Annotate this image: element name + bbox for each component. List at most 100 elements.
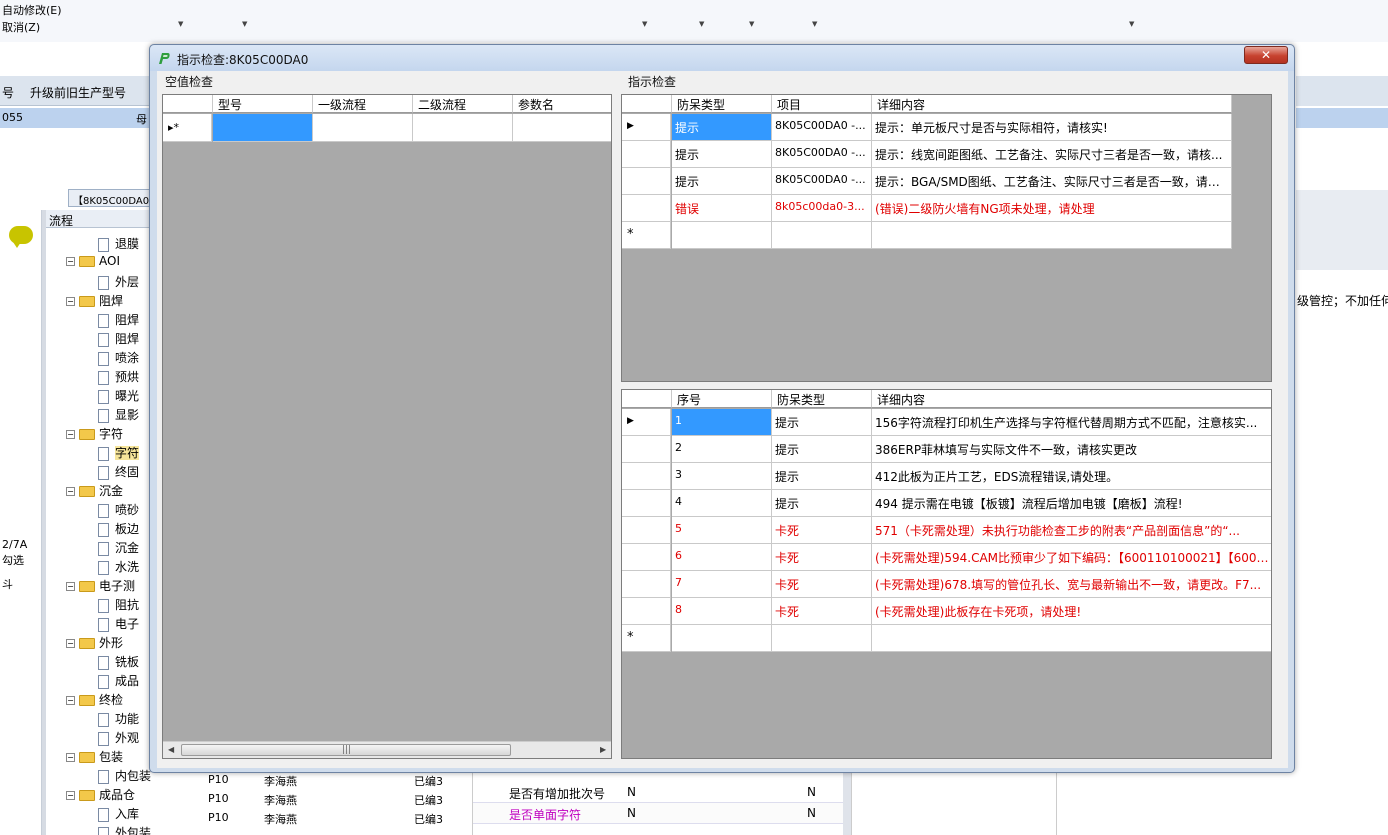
tree-node[interactable]: 水洗 <box>98 558 139 576</box>
column-header-detail[interactable]: 详细内容 <box>872 95 1232 113</box>
new-row-cell[interactable] <box>313 114 413 142</box>
tree-node[interactable]: 终固 <box>98 463 139 481</box>
chevron-down-icon[interactable]: ▼ <box>812 20 817 28</box>
column-header-seq[interactable]: 序号 <box>672 390 772 408</box>
collapse-toggle-icon[interactable]: − <box>66 487 75 496</box>
item-cell[interactable]: 8K05C00DA0 -... <box>772 114 872 141</box>
detail-cell[interactable]: 386ERP菲林填写与实际文件不一致，请核实更改 <box>872 436 1271 463</box>
tree-node[interactable]: 电子 <box>98 615 139 633</box>
new-row-cell[interactable] <box>772 625 872 652</box>
row-selector[interactable] <box>622 463 671 490</box>
seq-cell[interactable]: 1 <box>672 409 772 436</box>
new-row-marker[interactable]: * <box>622 222 671 249</box>
column-header-item[interactable]: 项目 <box>772 95 872 113</box>
collapse-toggle-icon[interactable]: − <box>66 582 75 591</box>
column-header-param[interactable]: 参数名 <box>513 95 611 113</box>
tree-node[interactable]: − 沉金 <box>66 482 123 500</box>
collapse-toggle-icon[interactable]: − <box>66 297 75 306</box>
collapse-toggle-icon[interactable]: − <box>66 696 75 705</box>
menu-item-cancel[interactable]: 取消(Z) <box>2 19 40 35</box>
tree-node[interactable]: 退膜 <box>98 235 139 253</box>
new-row-cell[interactable] <box>213 114 313 142</box>
property-row[interactable]: 是否有增加批次号 N N <box>473 782 845 803</box>
new-row-cell[interactable] <box>413 114 513 142</box>
property-row[interactable]: 是否单面字符 N N <box>473 803 845 824</box>
new-row-cell[interactable] <box>513 114 611 142</box>
tree-node[interactable]: 喷涂 <box>98 349 139 367</box>
vertical-scrollbar[interactable] <box>843 770 851 835</box>
new-row-cell[interactable] <box>872 625 1271 652</box>
tree-node[interactable]: − 阻焊 <box>66 292 123 310</box>
type-cell[interactable]: 卡死 <box>772 598 872 625</box>
tree-node[interactable]: 外包装 <box>98 824 151 835</box>
type-cell[interactable]: 卡死 <box>772 571 872 598</box>
tree-node[interactable]: 内包装 <box>98 767 151 785</box>
tree-node[interactable]: 显影 <box>98 406 139 424</box>
type-cell[interactable]: 提示 <box>672 114 772 141</box>
column-header-level1[interactable]: 一级流程 <box>313 95 413 113</box>
row-selector[interactable] <box>622 544 671 571</box>
detail-cell[interactable]: 571（卡死需处理）未执行功能检查工步的附表“产品剖面信息”的“... <box>872 517 1271 544</box>
column-header-type[interactable]: 防呆类型 <box>772 390 872 408</box>
chevron-down-icon[interactable]: ▼ <box>1129 20 1134 28</box>
tree-node[interactable]: 阻焊 <box>98 311 139 329</box>
detail-cell[interactable]: 412此板为正片工艺，EDS流程错误,请处理。 <box>872 463 1271 490</box>
scroll-left-icon[interactable]: ◀ <box>168 745 174 754</box>
tree-node[interactable]: − 字符 <box>66 425 123 443</box>
row-selector[interactable] <box>622 490 671 517</box>
tree-node[interactable]: − 电子测 <box>66 577 135 595</box>
comment-bubble-icon[interactable] <box>9 226 33 248</box>
close-button[interactable]: ✕ <box>1244 46 1288 64</box>
detail-cell[interactable]: 494 提示需在电镀【板镀】流程后增加电镀【磨板】流程! <box>872 490 1271 517</box>
detail-cell[interactable]: 提示：单元板尺寸是否与实际相符，请核实! <box>872 114 1232 141</box>
tree-node[interactable]: 喷砂 <box>98 501 139 519</box>
tree-node[interactable]: 成品 <box>98 672 139 690</box>
row-selector[interactable] <box>622 598 671 625</box>
detail-cell[interactable]: 提示：线宽间距图纸、工艺备注、实际尺寸三者是否一致，请核... <box>872 141 1232 168</box>
tree-node[interactable]: 阻焊 <box>98 330 139 348</box>
tree-node[interactable]: − 外形 <box>66 634 123 652</box>
tree-node[interactable]: 外层 <box>98 273 139 291</box>
horizontal-scrollbar[interactable]: ◀ ||| ▶ <box>163 741 611 758</box>
column-header-detail[interactable]: 详细内容 <box>872 390 1271 408</box>
tree-node[interactable]: − 包装 <box>66 748 123 766</box>
tree-node[interactable]: 功能 <box>98 710 139 728</box>
detail-cell[interactable]: (卡死需处理)594.CAM比预审少了如下编码：【600110100021】【6… <box>872 544 1271 571</box>
collapse-toggle-icon[interactable]: − <box>66 430 75 439</box>
row-selector[interactable]: ▶ <box>622 409 671 436</box>
tree-node[interactable]: 字符 <box>98 444 140 462</box>
type-cell[interactable]: 提示 <box>772 463 872 490</box>
type-cell[interactable]: 卡死 <box>772 544 872 571</box>
type-cell[interactable]: 提示 <box>772 436 872 463</box>
menu-item-auto-modify[interactable]: 自动修改(E) <box>2 2 62 18</box>
detail-cell[interactable]: 提示：BGA/SMD图纸、工艺备注、实际尺寸三者是否一致，请核实! <box>872 168 1232 195</box>
new-row-marker[interactable]: * <box>622 625 671 652</box>
collapse-toggle-icon[interactable]: − <box>66 639 75 648</box>
seq-cell[interactable]: 5 <box>672 517 772 544</box>
tree-node[interactable]: 板边 <box>98 520 139 538</box>
chevron-down-icon[interactable]: ▼ <box>699 20 704 28</box>
tree-node[interactable]: − 终检 <box>66 691 123 709</box>
scrollbar-thumb[interactable]: ||| <box>181 744 511 756</box>
row-selector[interactable]: ▶ <box>622 114 671 141</box>
new-row-cell[interactable] <box>672 222 772 249</box>
new-row-cell[interactable] <box>772 222 872 249</box>
row-selector[interactable] <box>622 517 671 544</box>
collapse-toggle-icon[interactable]: − <box>66 257 75 266</box>
item-cell[interactable]: 8k05c00da0-3... <box>772 195 872 222</box>
item-cell[interactable]: 8K05C00DA0 -... <box>772 168 872 195</box>
tree-node[interactable]: − AOI <box>66 254 120 272</box>
type-cell[interactable]: 提示 <box>672 168 772 195</box>
chevron-down-icon[interactable]: ▼ <box>642 20 647 28</box>
chevron-down-icon[interactable]: ▼ <box>749 20 754 28</box>
seq-cell[interactable]: 7 <box>672 571 772 598</box>
column-header-level2[interactable]: 二级流程 <box>413 95 513 113</box>
new-row-cell[interactable] <box>672 625 772 652</box>
detail-cell[interactable]: (卡死需处理)此板存在卡死项，请处理! <box>872 598 1271 625</box>
tree-node[interactable]: 阻抗 <box>98 596 139 614</box>
row-selector[interactable] <box>622 168 671 195</box>
tree-node[interactable]: 预烘 <box>98 368 139 386</box>
column-header[interactable]: 号 <box>2 84 14 101</box>
item-cell[interactable]: 8K05C00DA0 -... <box>772 141 872 168</box>
row-selector[interactable] <box>622 195 671 222</box>
